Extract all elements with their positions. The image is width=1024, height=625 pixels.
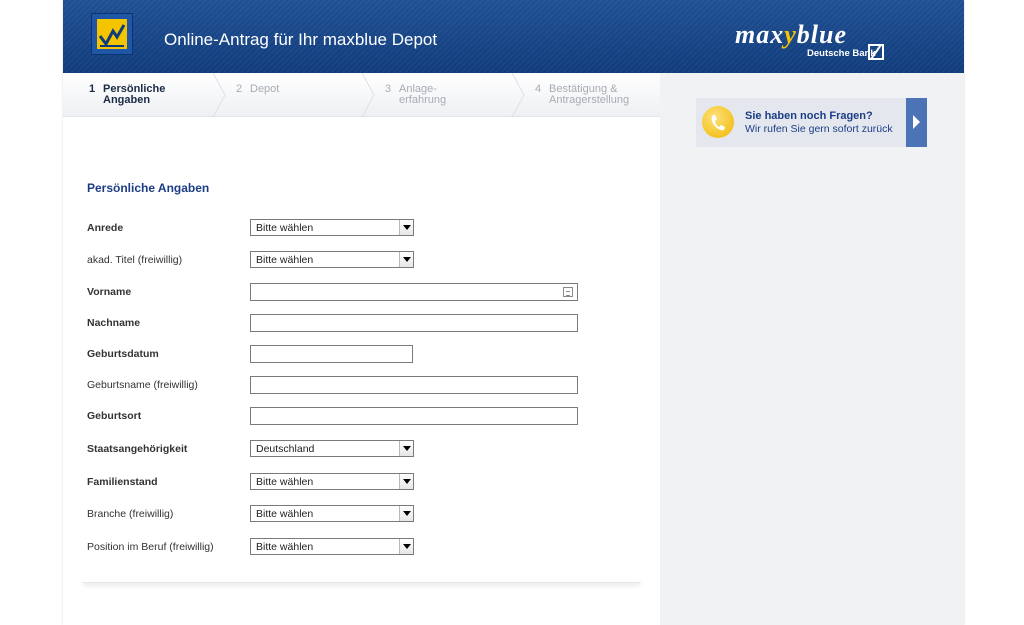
staatsangehoerigkeit-select[interactable]: Deutschland [250, 440, 414, 457]
form-row-position: Position im Beruf (freiwillig) Bitte wäh… [87, 538, 647, 558]
form-row-familienstand: Familienstand Bitte wählen [87, 473, 647, 493]
section-title: Persönliche Angaben [87, 181, 210, 195]
form-row-geburtsname: Geburtsname (freiwillig) [87, 376, 647, 396]
dropdown-arrow-icon [399, 220, 413, 235]
step-label: Persönliche Angaben [103, 83, 166, 106]
select-value: Bitte wählen [256, 541, 314, 553]
main-content: 1 Persönliche Angaben 2 Depot 3 Anlage- … [63, 73, 660, 625]
dropdown-arrow-icon [399, 441, 413, 456]
step-separator-icon [212, 73, 226, 117]
field-label: Branche (freiwillig) [87, 508, 174, 520]
select-value: Bitte wählen [256, 508, 314, 520]
callback-title: Sie haben noch Fragen? [745, 110, 873, 122]
form-panel-bottom [83, 577, 640, 583]
position-select[interactable]: Bitte wählen [250, 538, 414, 555]
select-value: Bitte wählen [256, 222, 314, 234]
field-label: Geburtsdatum [87, 348, 159, 360]
dropdown-arrow-icon [399, 474, 413, 489]
page-title: Online-Antrag für Ihr maxblue Depot [164, 30, 438, 49]
step-number: 2 [236, 83, 243, 95]
form-row-titel: akad. Titel (freiwillig) Bitte wählen [87, 251, 647, 271]
field-label: Position im Beruf (freiwillig) [87, 541, 214, 553]
bank-name: Deutsche Bank [807, 48, 876, 59]
contact-card-icon[interactable] [563, 287, 573, 297]
field-label: Geburtsname (freiwillig) [87, 379, 198, 391]
vorname-input[interactable] [250, 283, 578, 301]
maxblue-logo[interactable]: maxyblue [735, 20, 847, 50]
branche-select[interactable]: Bitte wählen [250, 505, 414, 522]
callback-subtitle: Wir rufen Sie gern sofort zurück [745, 123, 893, 135]
deutsche-bank-mark-icon [868, 44, 884, 60]
field-label: akad. Titel (freiwillig) [87, 254, 183, 266]
field-label: Familienstand [87, 476, 158, 488]
step-number: 1 [89, 83, 96, 95]
step-separator-icon [511, 73, 525, 117]
page: Online-Antrag für Ihr maxblue Depot maxy… [0, 0, 1024, 625]
nachname-input[interactable] [250, 314, 578, 332]
brand-accent: y [784, 20, 797, 49]
form-row-anrede: Anrede Bitte wählen [87, 219, 647, 239]
step-number: 3 [385, 83, 392, 95]
form-row-geburtsort: Geburtsort [87, 407, 647, 427]
step-separator-icon [361, 73, 375, 117]
callback-box[interactable]: Sie haben noch Fragen? Wir rufen Sie ger… [696, 98, 927, 147]
step-label: Depot [250, 83, 280, 95]
app-shell: Online-Antrag für Ihr maxblue Depot maxy… [63, 0, 964, 625]
geburtsort-input[interactable] [250, 407, 578, 425]
titel-select[interactable]: Bitte wählen [250, 251, 414, 268]
field-label: Geburtsort [87, 410, 142, 422]
geburtsname-input[interactable] [250, 376, 578, 394]
field-label: Anrede [87, 222, 124, 234]
form-row-staatsangehoerigkeit: Staatsangehörigkeit Deutschland [87, 440, 647, 460]
brand-part2: blue [796, 20, 848, 49]
dropdown-arrow-icon [399, 252, 413, 267]
brand-part1: max [735, 20, 785, 49]
step-label: Anlage- erfahrung [399, 83, 447, 106]
step-label: Bestätigung & Antragerstellung [549, 83, 630, 106]
form-row-nachname: Nachname [87, 314, 647, 334]
field-label: Nachname [87, 317, 141, 329]
form-row-branche: Branche (freiwillig) Bitte wählen [87, 505, 647, 525]
select-value: Bitte wählen [256, 476, 314, 488]
dropdown-arrow-icon [399, 539, 413, 554]
phone-icon [702, 106, 734, 138]
field-label: Staatsangehörigkeit [87, 443, 188, 455]
geburtsdatum-input[interactable] [250, 345, 413, 363]
step-progress: 1 Persönliche Angaben 2 Depot 3 Anlage- … [63, 73, 660, 117]
anrede-select[interactable]: Bitte wählen [250, 219, 414, 236]
dropdown-arrow-icon [399, 506, 413, 521]
form-row-geburtsdatum: Geburtsdatum [87, 345, 647, 365]
field-label: Vorname [87, 286, 132, 298]
header: Online-Antrag für Ihr maxblue Depot maxy… [63, 0, 964, 73]
callback-arrow-button[interactable] [906, 98, 927, 147]
select-value: Deutschland [256, 443, 315, 455]
select-value: Bitte wählen [256, 254, 314, 266]
chart-logo-icon [97, 19, 127, 49]
form-row-vorname: Vorname [87, 283, 647, 303]
step-number: 4 [535, 83, 542, 95]
familienstand-select[interactable]: Bitte wählen [250, 473, 414, 490]
deutsche-bank-logo[interactable] [91, 13, 133, 55]
